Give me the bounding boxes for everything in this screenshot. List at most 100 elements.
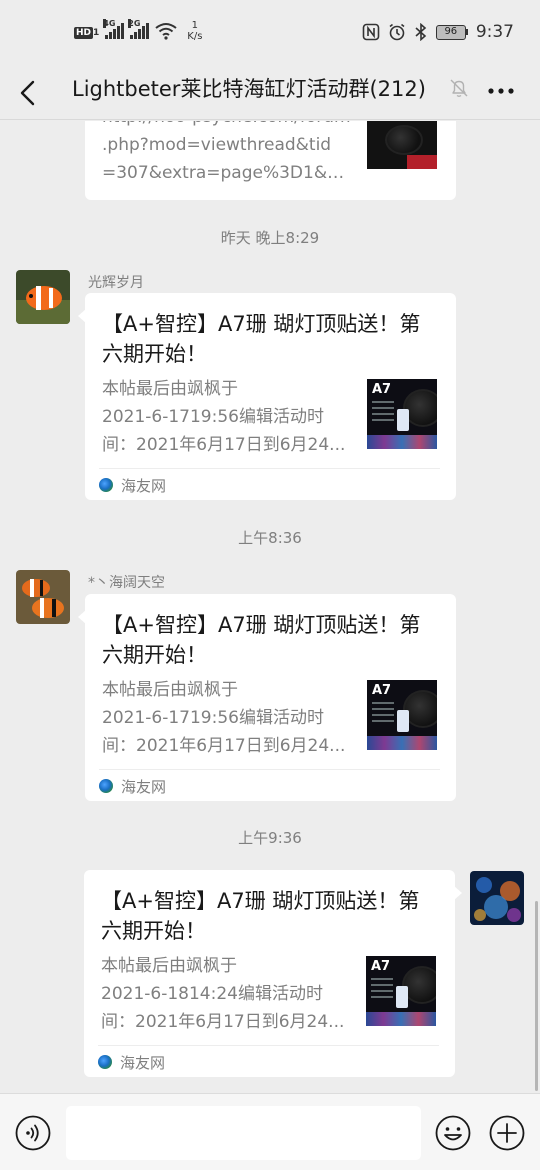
chat-header: Lightbeter莱比特海缸灯活动群(212) <box>0 66 540 120</box>
card-description: 本帖最后由飒枫于 2021-6-1719:56编辑活动时 间：2021年6月17… <box>102 676 356 760</box>
more-dots-icon[interactable] <box>486 76 516 106</box>
thumb-text-lines <box>372 401 394 425</box>
alarm-icon <box>389 23 405 41</box>
battery-level: 96 <box>435 24 466 40</box>
thumb-text-lines <box>372 702 394 726</box>
bubble-tail <box>78 610 86 624</box>
message-input[interactable] <box>66 1106 421 1160</box>
thumb-reef <box>366 1012 436 1026</box>
signal-icon-1: 4G <box>103 19 125 39</box>
timestamp: 上午8:36 <box>238 529 302 547</box>
thumb-reef <box>367 736 437 750</box>
card-description: 本帖最后由飒枫于 2021-6-1814:24编辑活动时 间：2021年6月17… <box>101 952 355 1036</box>
link-text: http://noo-psyche.com/forum .php?mod=vie… <box>102 121 356 187</box>
desc-line: 间：2021年6月17日到6月24... <box>102 435 346 455</box>
battery-icon: 96 <box>435 24 468 40</box>
emoji-icon[interactable] <box>435 1115 471 1151</box>
source-name: 海友网 <box>121 476 167 495</box>
card-description: 本帖最后由飒枫于 2021-6-1719:56编辑活动时 间：2021年6月17… <box>102 375 356 459</box>
hd-label: HD <box>74 26 94 39</box>
speed-unit: K/s <box>187 31 203 42</box>
chat-title: Lightbeter莱比特海缸灯活动群(212) <box>72 77 426 101</box>
thumb-label: A7 <box>372 683 392 698</box>
link-line: =307&extra=page%3D1&mo... <box>102 163 356 183</box>
avatar[interactable] <box>16 570 70 624</box>
card-body: 本帖最后由飒枫于 2021-6-1719:56编辑活动时 间：2021年6月17… <box>85 670 456 760</box>
desc-line: 2021-6-1814:24编辑活动时 <box>101 984 323 1004</box>
clock: 9:37 <box>475 22 514 42</box>
scrollbar[interactable] <box>535 901 538 1091</box>
voice-icon[interactable] <box>15 1115 51 1151</box>
timestamp: 昨天 晚上8:29 <box>220 229 320 247</box>
card-source: 海友网 <box>98 1045 439 1078</box>
card-title: 【A+智控】A7珊 瑚灯顶贴送！第六期开始！ <box>102 312 421 366</box>
timestamp: 上午9:36 <box>238 829 302 847</box>
card-title: 【A+智控】A7珊 瑚灯顶贴送！第六期开始！ <box>101 889 420 943</box>
thumb-reef <box>367 435 437 449</box>
link-thumbnail <box>367 121 437 169</box>
sender-name: 光辉岁月 <box>88 275 144 291</box>
desc-line: 间：2021年6月17日到6月24... <box>101 1012 345 1032</box>
link-card[interactable]: 【A+智控】A7珊 瑚灯顶贴送！第六期开始！ 本帖最后由飒枫于 2021-6-1… <box>78 594 456 802</box>
link-line: .php?mod=viewthread&tid <box>102 135 332 155</box>
avatar[interactable] <box>16 270 70 324</box>
source-logo-icon <box>99 779 113 793</box>
network-speed: 1 K/s <box>187 20 202 42</box>
status-bar: HD 1 4G 2G 1 K/s 96 9:37 <box>0 0 540 66</box>
status-right: 96 9:37 <box>362 22 514 42</box>
card-source: 海友网 <box>99 468 440 501</box>
desc-line: 本帖最后由飒枫于 <box>101 956 237 976</box>
source-logo-icon <box>98 1055 112 1069</box>
bubble-tail <box>454 886 462 900</box>
wifi-icon <box>155 23 177 40</box>
nfc-icon <box>362 23 380 41</box>
bluetooth-icon <box>415 23 427 41</box>
signal-icon-2: 2G <box>128 19 150 39</box>
card-title: 【A+智控】A7珊 瑚灯顶贴送！第六期开始！ <box>102 613 421 667</box>
bubble-tail <box>78 309 86 323</box>
desc-line: 2021-6-1719:56编辑活动时 <box>102 407 324 427</box>
network-type-2: 2G <box>128 19 141 28</box>
desc-line: 本帖最后由飒枫于 <box>102 379 238 399</box>
desc-line: 2021-6-1719:56编辑活动时 <box>102 708 324 728</box>
chat-area[interactable]: http://noo-psyche.com/forum .php?mod=vie… <box>0 121 540 1093</box>
thumb-phone <box>396 986 408 1008</box>
card-thumbnail: A7 <box>366 956 436 1026</box>
desc-line: 本帖最后由飒枫于 <box>102 680 238 700</box>
status-left: HD 1 4G 2G 1 K/s <box>74 19 202 42</box>
card-thumbnail: A7 <box>367 379 437 449</box>
sender-name: *丶海阔天空 <box>88 575 165 591</box>
desc-line: 间：2021年6月17日到6月24... <box>102 736 346 756</box>
speed-value: 1 <box>191 20 199 31</box>
clownfish-pair-avatar-image <box>16 570 70 624</box>
input-bar <box>0 1093 540 1170</box>
thumb-accent <box>407 155 437 169</box>
thumb-phone <box>397 710 409 732</box>
thumb-phone <box>397 409 409 431</box>
thumb-label: A7 <box>371 959 391 974</box>
reef-avatar-image <box>470 871 524 925</box>
thumb-text-lines <box>371 978 393 1002</box>
back-arrow-icon[interactable] <box>14 78 44 108</box>
link-line: http://noo-psyche.com/forum <box>102 121 356 131</box>
my-avatar[interactable] <box>470 871 524 925</box>
thumb-label: A7 <box>372 382 392 397</box>
bell-off-icon <box>450 79 468 97</box>
battery-tip <box>465 29 468 35</box>
card-source: 海友网 <box>99 769 440 802</box>
link-card-self[interactable]: 【A+智控】A7珊 瑚灯顶贴送！第六期开始！ 本帖最后由飒枫于 2021-6-1… <box>84 870 462 1078</box>
card-body: 本帖最后由飒枫于 2021-6-1719:56编辑活动时 间：2021年6月17… <box>85 369 456 459</box>
card-body: 本帖最后由飒枫于 2021-6-1814:24编辑活动时 间：2021年6月17… <box>84 946 455 1036</box>
card-thumbnail: A7 <box>367 680 437 750</box>
hd-badge: HD 1 <box>74 25 100 39</box>
clownfish-avatar-image <box>16 270 70 324</box>
link-card-partial[interactable]: http://noo-psyche.com/forum .php?mod=vie… <box>85 121 456 200</box>
source-logo-icon <box>99 478 113 492</box>
plus-icon[interactable] <box>489 1115 525 1151</box>
thumb-device <box>385 125 423 155</box>
hd-sub: 1 <box>93 27 100 38</box>
source-name: 海友网 <box>120 1053 166 1072</box>
source-name: 海友网 <box>121 777 167 796</box>
network-type-1: 4G <box>103 19 116 28</box>
link-card[interactable]: 【A+智控】A7珊 瑚灯顶贴送！第六期开始！ 本帖最后由飒枫于 2021-6-1… <box>78 293 456 501</box>
